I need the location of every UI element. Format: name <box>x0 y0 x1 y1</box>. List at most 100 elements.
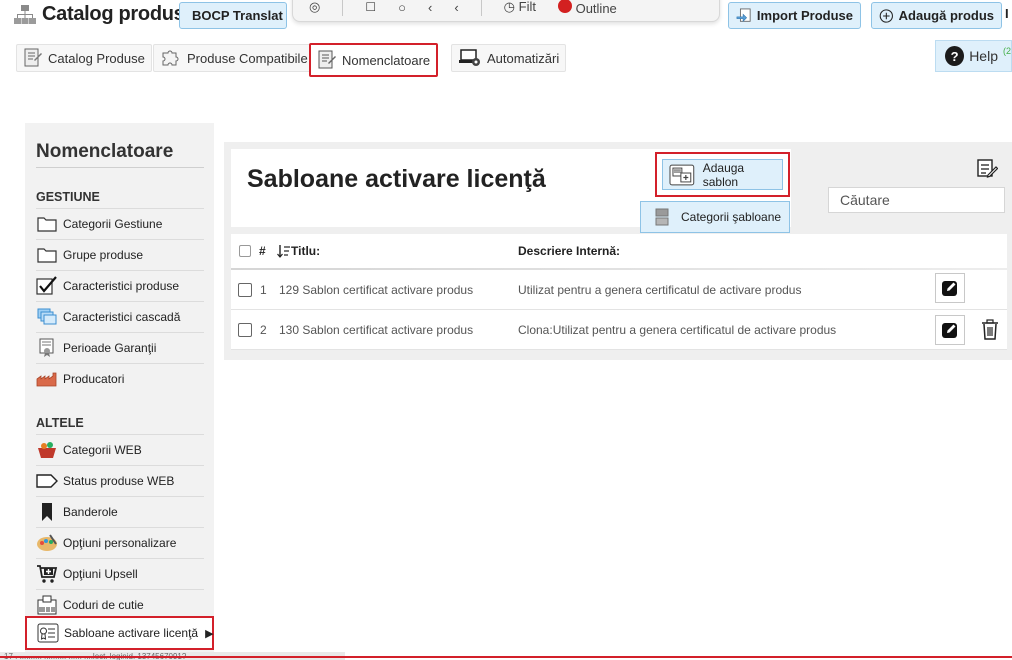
add-product-label: Adaugă produs <box>898 8 994 23</box>
floating-ring-icon[interactable]: ○ <box>398 0 406 15</box>
row-title[interactable]: 129 Sablon certificat activare produs <box>279 270 473 310</box>
help-badge: (2 <box>1002 46 1011 56</box>
trash-icon <box>982 319 998 340</box>
select-all-checkbox[interactable] <box>239 245 251 257</box>
row-description: Clona:Utilizat pentru a genera certifica… <box>518 323 837 337</box>
floating-separator <box>342 0 344 16</box>
tab-nomenclatoare[interactable]: Nomenclatoare <box>309 43 439 77</box>
sidebar-item-label: Grupe produse <box>63 247 144 262</box>
sidebar-section-altele: ALTELE <box>36 416 84 430</box>
question-icon: ? <box>945 46 965 66</box>
floating-filter-item[interactable]: ◷ Filt <box>504 0 536 15</box>
sidebar-item-status-produse-web[interactable]: Status produse WEB <box>36 465 204 495</box>
sidebar-item-coduri-de-cutie[interactable]: Coduri de cutie <box>36 589 204 619</box>
sidebar-item-optiuni-upsell[interactable]: Opţiuni Upsell <box>36 558 204 588</box>
tag-icon <box>36 470 58 492</box>
header-cut-text: I <box>1005 6 1009 21</box>
tab-produse-compatibile[interactable]: Produse Compatibile <box>153 44 315 72</box>
floating-circle-icon[interactable]: ◎ <box>309 0 320 15</box>
sidebar-item-caracteristici-produse[interactable]: Caracteristici produse <box>36 270 204 300</box>
select-all-cell <box>239 234 251 268</box>
floating-separator-2 <box>480 0 482 16</box>
floating-back-icon[interactable]: ‹ <box>428 0 432 15</box>
floating-filter-label: Filt <box>518 0 536 14</box>
edit-button[interactable] <box>935 315 965 345</box>
add-product-button[interactable]: Adaugă produs <box>871 2 1002 29</box>
sidebar-item-perioade-garantii[interactable]: Perioade Garanţii <box>36 332 204 362</box>
templates-table: # Titlu: Descriere Internă: 1 129 Sablon… <box>231 234 1007 350</box>
sidebar-item-label: Coduri de cutie <box>63 597 144 612</box>
row-checkbox[interactable] <box>238 283 252 297</box>
sidebar-item-caracteristici-cascada[interactable]: Caracteristici cascadă <box>36 301 204 331</box>
edit-icon <box>942 323 957 338</box>
floating-forward-icon[interactable]: ‹ <box>454 0 458 15</box>
basket-icon <box>36 439 58 461</box>
export-list-icon[interactable] <box>976 158 998 180</box>
help-label: Help <box>969 48 998 64</box>
row-checkbox[interactable] <box>238 323 252 337</box>
sidebar-item-categorii-web[interactable]: Categorii WEB <box>36 434 204 464</box>
caret-right-icon: ▶ <box>205 627 214 640</box>
document-list-icon <box>318 50 336 69</box>
folder-stack-icon <box>655 208 669 226</box>
palette-icon <box>36 532 58 554</box>
bocp-translate-button[interactable]: A 文 BOCP Translat <box>179 2 287 29</box>
column-header-title-label: Titlu: <box>291 244 321 258</box>
top-header: Catalog produse A 文 BOCP Translat ◎ ☐ ○ … <box>0 0 1012 34</box>
column-header-title[interactable]: Titlu: <box>277 234 320 268</box>
page-title: Sabloane activare licenţă <box>247 165 546 193</box>
sidebar-section-gestiune: GESTIUNE <box>36 190 100 204</box>
sidebar-item-label: Categorii Gestiune <box>63 216 163 231</box>
import-icon <box>736 7 751 22</box>
app-title-text: Catalog produse <box>42 3 196 25</box>
row-title[interactable]: 130 Sablon certificat activare produs <box>279 310 473 350</box>
sidebar-item-categorii-gestiune[interactable]: Categorii Gestiune <box>36 208 204 238</box>
row-checkbox-cell <box>238 310 252 350</box>
sidebar-item-sabloane-activare-licenta[interactable]: Sabloane activare licenţă ▶ <box>25 616 214 650</box>
bookmark-icon <box>36 501 58 523</box>
floating-browser-toolbar: ◎ ☐ ○ ‹ ‹ ◷ Filt Outline <box>292 0 720 22</box>
license-template-icon <box>37 622 59 644</box>
tab-catalog-produse[interactable]: Catalog Produse <box>16 44 152 72</box>
sidebar-item-banderole[interactable]: Banderole <box>36 496 204 526</box>
puzzle-icon <box>162 50 179 66</box>
bottom-red-line <box>0 656 1012 658</box>
table-row: 1 129 Sablon certificat activare produs … <box>231 270 1007 310</box>
sidebar-item-producatori[interactable]: Producatori <box>36 363 204 393</box>
cart-plus-icon <box>36 563 58 585</box>
sidebar-item-label: Opţiuni Upsell <box>63 566 138 581</box>
import-produse-button[interactable]: Import Produse <box>728 2 861 29</box>
sidebar-item-label: Opţiuni personalizare <box>63 535 177 550</box>
edit-button[interactable] <box>935 273 965 303</box>
sidebar-item-grupe-produse[interactable]: Grupe produse <box>36 239 204 269</box>
row-number: 2 <box>260 323 267 337</box>
floating-outline-item[interactable]: Outline <box>557 0 617 16</box>
tab-label: Nomenclatoare <box>342 52 431 68</box>
checkbox-checked-icon <box>36 275 58 297</box>
factory-icon <box>36 368 58 390</box>
sidebar-heading-divider <box>36 167 204 168</box>
bocp-translate-label: BOCP Translat <box>192 8 283 23</box>
search-input[interactable] <box>835 192 1012 208</box>
sidebar-item-label: Status produse WEB <box>63 473 175 488</box>
template-categories-button[interactable]: Categorii şabloane <box>640 201 790 233</box>
sidebar-item-label: Banderole <box>63 504 118 519</box>
tab-automatizari[interactable]: Automatizări <box>451 44 567 72</box>
cascade-windows-icon <box>36 306 58 328</box>
delete-button[interactable] <box>979 317 1001 343</box>
add-template-label: Adauga sablon <box>702 160 745 189</box>
record-dot-icon <box>557 0 572 13</box>
help-button[interactable]: ? Help (2 <box>935 40 1012 72</box>
folder-icon <box>36 244 58 266</box>
add-template-icon <box>669 164 695 185</box>
floating-square-icon[interactable]: ☐ <box>365 0 376 14</box>
laptop-gear-icon <box>459 49 480 66</box>
floating-outline-label: Outline <box>575 0 617 16</box>
template-categories-label: Categorii şabloane <box>681 210 782 224</box>
add-template-button[interactable]: Adauga sablon <box>662 159 783 190</box>
import-produse-label: Import Produse <box>756 8 853 23</box>
sidebar: Nomenclatoare GESTIUNE Categorii Gestiun… <box>25 123 214 653</box>
add-template-highlight: Adauga sablon <box>655 152 790 197</box>
sidebar-item-optiuni-personalizare[interactable]: Opţiuni personalizare <box>36 527 204 557</box>
table-row: 2 130 Sablon certificat activare produs … <box>231 310 1007 350</box>
